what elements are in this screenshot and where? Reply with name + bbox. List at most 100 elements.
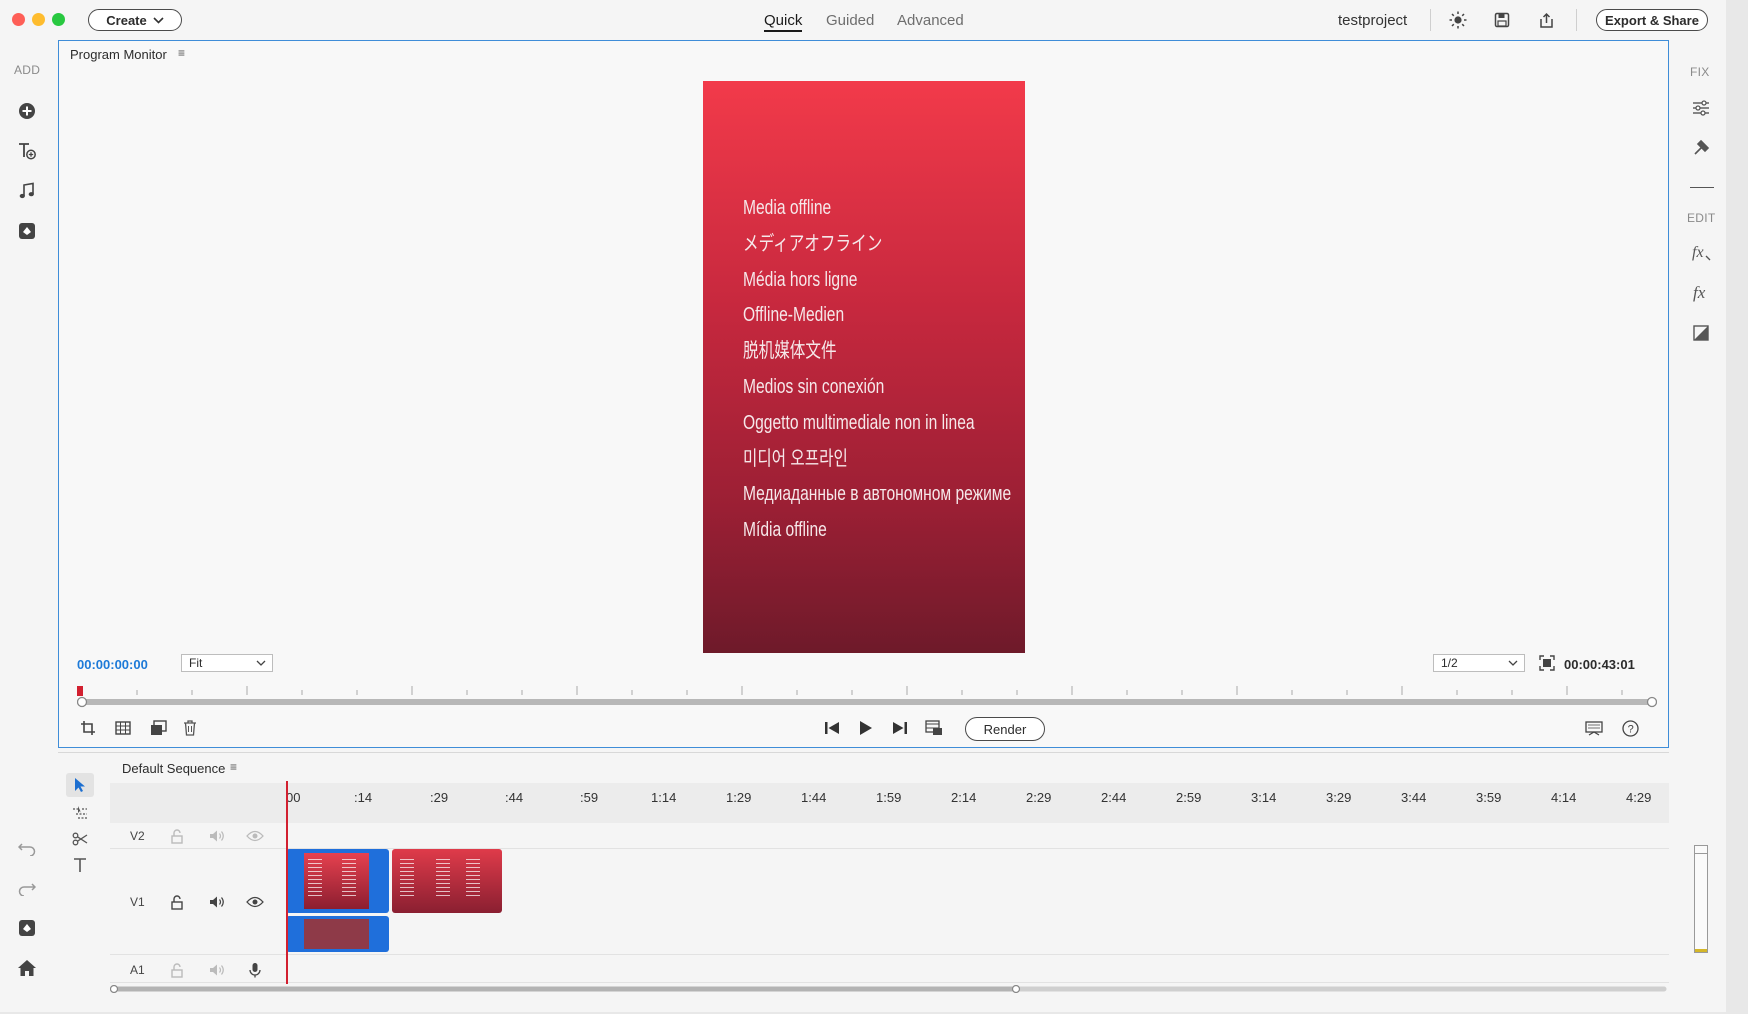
offline-line: Oggetto multimediale non in linea [743, 411, 975, 434]
track-name: V2 [130, 829, 145, 843]
divider [1576, 9, 1577, 31]
add-title-icon[interactable] [15, 139, 39, 163]
time-ruler[interactable]: 00 :14 :29 :44 :59 1:14 1:29 1:44 1:59 2… [110, 783, 1669, 823]
eye-icon[interactable] [246, 893, 264, 911]
applied-effects-icon[interactable]: fx [1689, 240, 1713, 264]
offline-line: Media offline [743, 197, 832, 219]
lock-icon[interactable] [168, 893, 186, 911]
resolution-select[interactable]: 1/2 [1433, 654, 1525, 672]
crop-icon[interactable] [77, 717, 99, 739]
step-forward-icon[interactable] [889, 717, 911, 739]
selection-tool-icon[interactable] [66, 773, 94, 797]
minimize-window-button[interactable] [32, 13, 45, 26]
color-icon[interactable] [1689, 321, 1713, 345]
svg-text:fx: fx [1692, 244, 1704, 261]
project-name: testproject [1338, 12, 1408, 29]
tab-quick[interactable]: Quick [764, 12, 803, 32]
adjustments-icon[interactable] [1689, 96, 1713, 120]
audio-music-icon[interactable] [15, 179, 39, 203]
home-icon[interactable] [15, 956, 39, 980]
effects-icon[interactable]: fx [1689, 281, 1713, 305]
tick-label: :14 [354, 790, 373, 805]
graphics-icon[interactable] [15, 219, 39, 243]
play-icon[interactable] [855, 717, 877, 739]
create-label: Create [106, 12, 147, 28]
undo-icon[interactable] [15, 837, 39, 861]
brightness-icon[interactable] [1448, 10, 1468, 30]
video-clip[interactable] [392, 849, 502, 913]
panel-menu-icon[interactable]: ≡ [230, 760, 237, 774]
panel-menu-icon[interactable]: ≡ [178, 46, 185, 60]
grid-overlay-icon[interactable] [112, 717, 134, 739]
lock-icon[interactable] [168, 827, 186, 845]
help-icon[interactable]: ? [1619, 717, 1641, 739]
track-name: A1 [130, 963, 145, 977]
delete-icon[interactable] [179, 717, 201, 739]
zoom-fit-select[interactable]: Fit [181, 654, 273, 672]
speaker-icon[interactable] [208, 827, 226, 845]
tab-guided[interactable]: Guided [826, 12, 874, 29]
track-name: V1 [130, 895, 145, 909]
tick-label: :59 [580, 790, 599, 805]
left-rail: ADD [0, 40, 56, 1012]
audio-clip-selected[interactable] [286, 916, 389, 952]
speaker-icon[interactable] [208, 961, 226, 979]
save-icon[interactable] [1492, 10, 1512, 30]
meter-peak [1695, 846, 1707, 854]
offline-line: Mídia offline [743, 519, 827, 542]
step-back-icon[interactable] [821, 717, 843, 739]
app-window: Create Quick Guided Advanced testproject… [0, 0, 1726, 1012]
text-tool-icon[interactable] [66, 853, 94, 877]
tick-label: 2:14 [951, 790, 977, 805]
clip-thumbnail [304, 919, 369, 949]
clip-thumbnail-text [308, 859, 322, 899]
track-a1: A1 [110, 955, 1669, 983]
divider [1430, 9, 1431, 31]
tick-label: 1:44 [801, 790, 827, 805]
zoom-window-button[interactable] [52, 13, 65, 26]
lock-icon[interactable] [168, 961, 186, 979]
program-monitor-panel: Program Monitor ≡ Media offline メディアオフライ… [58, 40, 1669, 748]
export-frame-icon[interactable] [923, 717, 945, 739]
fullscreen-icon[interactable] [1536, 652, 1558, 674]
add-media-icon[interactable] [15, 99, 39, 123]
share-icon[interactable] [1536, 10, 1556, 30]
scissors-tool-icon[interactable] [66, 827, 94, 851]
current-timecode[interactable]: 00:00:00:00 [77, 657, 148, 672]
track-select-tool-icon[interactable] [66, 800, 94, 824]
edit-section-label: EDIT [1687, 211, 1716, 225]
sequence-title: Default Sequence [122, 761, 226, 776]
fit-value: Fit [189, 656, 203, 670]
svg-text:fx: fx [1693, 284, 1706, 302]
render-button[interactable]: Render [965, 717, 1045, 741]
clip-thumbnail [304, 853, 369, 909]
tick-label: 00 [286, 790, 301, 805]
duration-timecode: 00:00:43:01 [1564, 657, 1635, 672]
playhead[interactable] [286, 781, 288, 984]
scrubber-bar[interactable] [77, 686, 1657, 708]
svg-text:?: ? [1627, 723, 1633, 735]
offline-line: Медиаданные в автономном режиме [743, 483, 1012, 506]
export-share-button[interactable]: Export & Share [1596, 9, 1708, 31]
video-clip-selected[interactable] [286, 849, 389, 913]
create-button[interactable]: Create [88, 9, 182, 31]
microphone-icon[interactable] [246, 961, 264, 979]
close-window-button[interactable] [12, 13, 25, 26]
media-offline-text: Media offline メディアオフライン Média hors ligne… [743, 191, 1011, 549]
horizontal-scrollbar[interactable] [110, 985, 1669, 993]
copy-frame-icon[interactable] [147, 717, 169, 739]
tools-icon[interactable] [1689, 136, 1713, 160]
eye-icon[interactable] [246, 827, 264, 845]
offline-line: Medios sin conexión [743, 375, 885, 398]
tick-label: 3:29 [1326, 790, 1352, 805]
tick-label: 3:59 [1476, 790, 1502, 805]
track-v2: V2 [110, 823, 1669, 849]
speaker-icon[interactable] [208, 893, 226, 911]
redo-icon[interactable] [15, 877, 39, 901]
tab-advanced[interactable]: Advanced [897, 12, 964, 29]
offline-line: メディアオフライン [743, 232, 883, 255]
media-bin-icon[interactable] [15, 916, 39, 940]
audio-level-meter [1694, 845, 1708, 953]
clip-thumbnail-text [342, 859, 356, 899]
safe-margins-icon[interactable] [1583, 717, 1605, 739]
